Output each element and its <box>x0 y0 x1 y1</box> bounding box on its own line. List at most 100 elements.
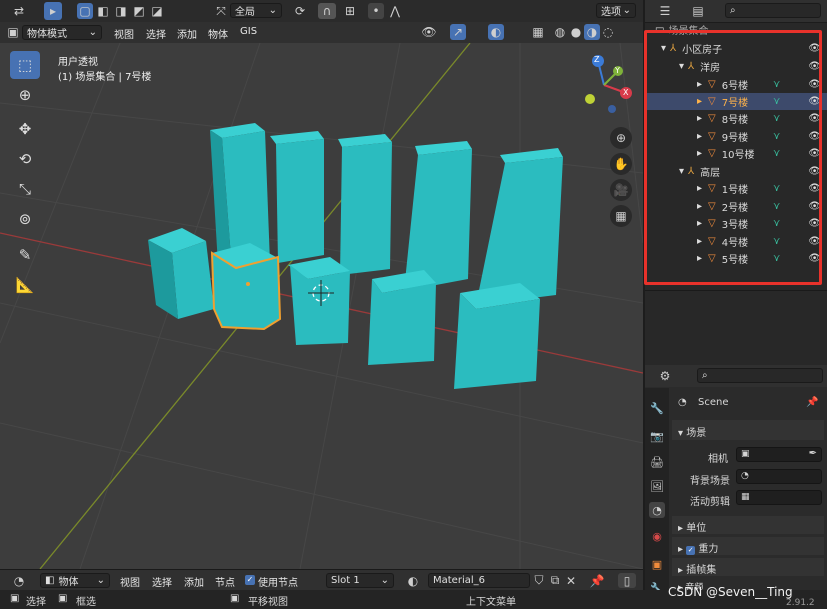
overlay-toggle-icon[interactable]: ◐ <box>488 24 504 40</box>
object-type-dropdown[interactable]: ◧ 物体 ⌄ <box>40 573 110 588</box>
material-name-field[interactable]: Material_6 <box>428 573 530 588</box>
visibility-icon[interactable]: 👁 <box>418 24 440 40</box>
editor-type-icon[interactable]: ▣ <box>6 25 20 39</box>
menu-add[interactable]: 添加 <box>177 26 197 41</box>
move-tool-icon[interactable]: ✥ <box>10 115 40 143</box>
status-box: 框选 <box>76 597 96 608</box>
mode-label: 物体模式 <box>27 29 67 40</box>
gizmo-y-label: Y <box>615 66 620 75</box>
mouse-left-icon: ▣ <box>10 593 20 604</box>
ortho-grid-icon[interactable]: ▦ <box>610 205 632 227</box>
select-cursor-icon[interactable]: ▸ <box>44 2 62 20</box>
camera-view-icon[interactable]: 🎥 <box>610 179 632 201</box>
annotation-red-box <box>644 30 822 285</box>
pivot-point-icon[interactable]: ⟳ <box>288 3 312 19</box>
options-label: 选项 <box>601 7 621 18</box>
scene-tab-icon[interactable]: ◔ <box>649 502 665 518</box>
transform-pivot-icon[interactable]: ⇄ <box>6 3 32 19</box>
xray-icon[interactable]: ▦ <box>530 24 546 40</box>
pin-icon[interactable]: 📌 <box>590 573 605 588</box>
measure-tool-icon[interactable]: 📐 <box>10 271 40 299</box>
falloff-icon[interactable]: ⋀ <box>386 3 404 19</box>
object-tab-icon[interactable]: ▣ <box>649 556 665 572</box>
options-dropdown[interactable]: 选项 ⌄ <box>596 3 636 18</box>
rotate-tool-icon[interactable]: ⟲ <box>10 145 40 173</box>
menu-view[interactable]: 视图 <box>114 26 134 41</box>
tool-tab-icon[interactable]: 🔧 <box>649 400 665 416</box>
fake-user-icon[interactable]: ⛉ <box>532 573 546 588</box>
version-label: 2.91.2 <box>786 598 815 608</box>
background-scene-field[interactable]: ◔ <box>736 469 822 484</box>
search-icon: ⌕ <box>730 5 736 16</box>
snap-target-icon[interactable]: ⊞ <box>338 3 362 19</box>
menu-node[interactable]: 节点 <box>215 574 235 589</box>
navigation-gizmo[interactable]: Z X Y <box>572 53 636 117</box>
menu-gis[interactable]: GIS <box>240 26 257 37</box>
cursor-tool-icon[interactable]: ⊕ <box>10 81 40 109</box>
status-context-menu: 上下文菜单 <box>466 597 516 608</box>
keying-sets-section-text: 插帧集 <box>686 565 717 576</box>
menu-select[interactable]: 选择 <box>146 26 166 41</box>
unlink-material-icon[interactable]: ✕ <box>564 573 578 588</box>
material-shading-icon[interactable]: ◑ <box>584 24 600 40</box>
camera-label: 相机 <box>708 454 728 465</box>
copy-material-icon[interactable]: ⧉ <box>548 573 562 588</box>
material-preview-icon[interactable]: ◐ <box>402 573 424 588</box>
select-invert-icon[interactable]: ◩ <box>131 3 147 19</box>
gravity-section-text: 重力 <box>698 544 719 555</box>
select-tool-icon[interactable]: ⬚ <box>10 51 40 79</box>
output-tab-icon[interactable]: 🖨 <box>649 454 665 470</box>
pan-hand-icon[interactable]: ✋ <box>610 153 632 175</box>
active-clip-field[interactable]: ▦ <box>736 490 822 505</box>
menu-view[interactable]: 视图 <box>120 574 140 589</box>
editor-type-icon[interactable]: ◔ <box>8 573 30 588</box>
properties-header: ⚙ ⌕ <box>645 365 827 387</box>
rendered-shading-icon[interactable]: ◌ <box>600 24 616 40</box>
use-nodes-checkbox[interactable]: ✓ <box>245 575 255 585</box>
viewport-3d[interactable]: ⬚ ⊕ ✥ ⟲ ⤡ ⊚ ✎ 📐 用户透视 (1) 场景集合 | 7号楼 Z X … <box>0 43 643 569</box>
select-extend-icon[interactable]: ◧ <box>95 3 111 19</box>
backdrop-icon[interactable]: ▯ <box>618 573 636 588</box>
menu-object[interactable]: 物体 <box>208 26 228 41</box>
editor-type-icon[interactable]: ☰ <box>653 3 677 19</box>
world-tab-icon[interactable]: ◉ <box>649 528 665 544</box>
gizmo-toggle-icon[interactable]: ↗ <box>450 24 466 40</box>
scale-tool-icon[interactable]: ⤡ <box>10 175 40 203</box>
view-layer-tab-icon[interactable]: 🖼 <box>649 478 665 494</box>
transform-tool-icon[interactable]: ⊚ <box>10 205 40 233</box>
properties-search-input[interactable]: ⌕ <box>697 368 823 383</box>
editor-type-icon[interactable]: ⚙ <box>653 368 677 384</box>
annotate-tool-icon[interactable]: ✎ <box>10 241 40 269</box>
snap-icon[interactable]: ∩ <box>318 3 336 19</box>
wireframe-shading-icon[interactable]: ◍ <box>552 24 568 40</box>
pin-icon[interactable]: 📌 <box>806 397 818 408</box>
render-tab-icon[interactable]: 📷 <box>649 428 665 444</box>
menu-add[interactable]: 添加 <box>184 574 204 589</box>
mode-dropdown[interactable]: 物体模式 ⌄ <box>22 25 102 40</box>
orientation-icon[interactable]: ⤧ <box>214 3 228 19</box>
select-intersect-icon[interactable]: ◪ <box>149 3 165 19</box>
watermark: CSDN @Seven__Ting <box>668 585 793 599</box>
transform-orientation-dropdown[interactable]: 全局 ⌄ <box>230 3 282 18</box>
select-box-mode-icon[interactable]: ▢ <box>77 3 93 19</box>
camera-field[interactable]: ▣ ✒ <box>736 447 822 462</box>
gizmo-z-label: Z <box>594 55 600 64</box>
display-mode-icon[interactable]: ▤ <box>685 3 711 19</box>
slot-dropdown[interactable]: Slot 1 ⌄ <box>326 573 394 588</box>
zoom-icon[interactable]: ⊕ <box>610 127 632 149</box>
outliner-search-input[interactable]: ⌕ <box>725 3 821 18</box>
proportional-edit-icon[interactable]: • <box>368 3 384 19</box>
top-toolbar: ⇄ ▸ ▢ ◧ ◨ ◩ ◪ ⤧ 全局 ⌄ ⟳ ∩ ⊞ • ⋀ 选项 ⌄ <box>0 0 643 23</box>
scene-panel-title-text: 场景 <box>686 428 707 439</box>
use-nodes-label: 使用节点 <box>258 578 298 589</box>
scene-name: Scene <box>698 397 729 408</box>
scene-panel-title: ▾ 场景 <box>678 428 707 439</box>
object-type-label: 物体 <box>58 577 79 588</box>
select-subtract-icon[interactable]: ◨ <box>113 3 129 19</box>
solid-shading-icon[interactable]: ● <box>568 24 584 40</box>
eyedropper-icon[interactable]: ✒ <box>809 448 817 459</box>
menu-select[interactable]: 选择 <box>152 574 172 589</box>
gravity-checkbox[interactable]: ✓ <box>686 546 696 555</box>
view-context: (1) 场景集合 | 7号楼 <box>58 72 152 83</box>
outliner-empty-area <box>645 290 827 366</box>
